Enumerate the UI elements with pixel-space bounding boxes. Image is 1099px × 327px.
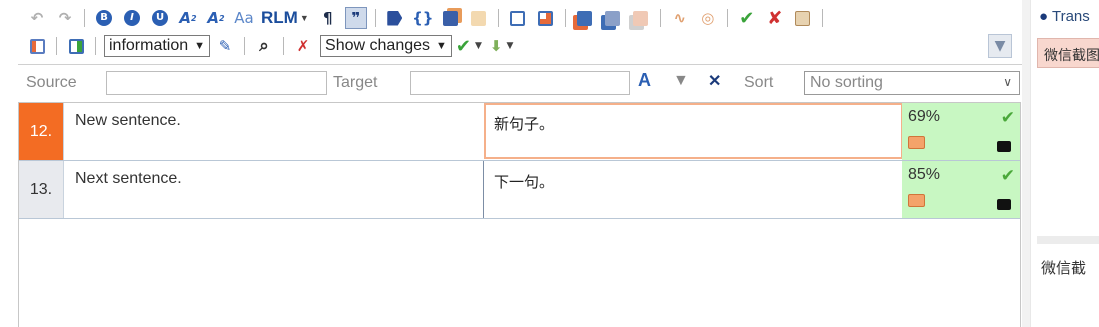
match-percent: 69% xyxy=(908,108,941,125)
sort-select-value: No sorting xyxy=(810,74,883,91)
reject-change-icon[interactable]: ⬇ xyxy=(490,35,503,57)
sort-label: Sort xyxy=(744,74,774,91)
clear-filter-icon[interactable]: ✕ xyxy=(708,71,721,91)
bold-icon[interactable]: B xyxy=(93,7,115,29)
comment-icon[interactable] xyxy=(908,136,925,154)
editor-main: ↶ ↷ B I U A2 A2 Aa RLM ▼ ¶ ❞ {} ∿ ◎ ✔ ✘ … xyxy=(0,0,1022,327)
chevron-down-icon: ▼ xyxy=(194,40,206,52)
superscript-icon[interactable]: A2 xyxy=(177,7,199,29)
split-icon[interactable] xyxy=(602,7,624,29)
status-select[interactable]: information ▼ xyxy=(104,35,211,57)
toolbar-separator xyxy=(726,9,728,27)
toolbar-separator xyxy=(659,9,661,27)
segment-number: 13. xyxy=(19,161,63,218)
status-select-value: information xyxy=(109,37,189,54)
panel-divider xyxy=(1037,236,1099,244)
chevron-down-icon[interactable]: ▼ xyxy=(475,41,482,51)
chevron-down-icon: ▼ xyxy=(436,40,447,52)
edit-icon[interactable] xyxy=(535,7,557,29)
merge-icon[interactable] xyxy=(630,7,652,29)
toolbar-separator xyxy=(84,9,85,27)
target-label: Target xyxy=(333,74,378,91)
source-cell[interactable]: New sentence. xyxy=(63,103,483,160)
link-icon[interactable]: ∿ xyxy=(669,7,691,29)
chevron-down-icon: ∨ xyxy=(1003,75,1012,89)
source-cell[interactable]: Next sentence. xyxy=(63,161,483,218)
toolbar-row-2: information ▼ ✎ ⌕ ✗ Show changes ▼ ✔ ▼ ⬇ ▼ xyxy=(26,33,513,59)
toolbar-separator xyxy=(56,37,57,55)
comment-add-icon[interactable] xyxy=(65,35,87,57)
font-size-icon[interactable]: A xyxy=(638,70,651,91)
target-cell[interactable]: 新句子。 xyxy=(484,103,903,159)
filter-icon[interactable]: ▼ xyxy=(673,72,689,90)
pencil-icon[interactable]: ✎ xyxy=(214,35,236,57)
unlink-icon[interactable]: ◎ xyxy=(697,7,719,29)
toolbar-row-1: ↶ ↷ B I U A2 A2 Aa RLM ▼ ¶ ❞ {} ∿ ◎ ✔ ✘ xyxy=(26,5,831,31)
preview-text: 微信截 xyxy=(1041,259,1087,277)
spellcheck-icon[interactable]: ✗ xyxy=(292,35,314,57)
accept-change-icon[interactable]: ✔ xyxy=(456,35,471,57)
rlm-button[interactable]: RLM ▼ xyxy=(261,8,309,28)
undo-icon[interactable]: ↶ xyxy=(26,7,48,29)
source-label: Source xyxy=(26,74,77,91)
segment-number: 12. xyxy=(19,103,63,160)
match-cell: 85% ✔ xyxy=(902,161,1020,218)
panel-title: ● Trans xyxy=(1039,8,1090,25)
segment-grid: 12. New sentence. 新句子。 69% ✔ 13. Next se… xyxy=(18,102,1021,327)
italic-icon[interactable]: I xyxy=(121,7,143,29)
filter-icon: ▼ xyxy=(994,38,1006,54)
chevron-down-icon[interactable]: ▼ xyxy=(507,41,514,51)
toolbar-separator xyxy=(244,37,246,55)
panel-title-text: Trans xyxy=(1051,8,1090,25)
toolbar-separator xyxy=(374,9,376,27)
confirmed-check-icon: ✔ xyxy=(1000,108,1015,127)
changes-select[interactable]: Show changes ▼ xyxy=(320,35,452,57)
panel-splitter[interactable] xyxy=(1022,0,1030,327)
target-filter-input[interactable] xyxy=(410,71,630,95)
messages-icon[interactable] xyxy=(997,197,1011,215)
toolbar-divider xyxy=(18,64,1022,65)
quote-icon[interactable]: ❞ xyxy=(344,7,367,29)
target-cell[interactable]: 下一句。 xyxy=(483,161,903,218)
case-icon[interactable]: Aa xyxy=(233,7,255,29)
messages-icon[interactable] xyxy=(997,139,1011,157)
toolbar-separator xyxy=(564,9,566,27)
code-tag-icon[interactable]: {} xyxy=(412,7,434,29)
unconfirm-icon[interactable]: ✘ xyxy=(764,7,786,29)
confirmed-check-icon: ✔ xyxy=(1000,166,1015,185)
changes-select-value: Show changes xyxy=(325,37,431,54)
list-icon[interactable] xyxy=(26,35,48,57)
copy-tag-icon[interactable] xyxy=(440,7,462,29)
comment-icon[interactable] xyxy=(908,194,925,212)
pilcrow-icon[interactable]: ¶ xyxy=(317,7,339,29)
toolbar-separator xyxy=(283,37,285,55)
tag-icon[interactable] xyxy=(384,7,406,29)
redo-icon[interactable]: ↷ xyxy=(54,7,76,29)
filter-toggle-button[interactable]: ▼ xyxy=(988,34,1012,58)
table-row[interactable]: 13. Next sentence. 下一句。 85% ✔ xyxy=(19,161,1020,219)
underline-icon[interactable]: U xyxy=(149,7,171,29)
chevron-down-icon: ▼ xyxy=(299,13,309,23)
confirm-icon[interactable]: ✔ xyxy=(736,7,758,29)
source-filter-input[interactable] xyxy=(106,71,327,95)
toolbar-separator xyxy=(821,9,823,27)
match-percent: 85% xyxy=(908,166,941,183)
sort-select[interactable]: No sorting ∨ xyxy=(804,71,1020,95)
toolbar-separator xyxy=(95,37,96,55)
toolbar: ↶ ↷ B I U A2 A2 Aa RLM ▼ ¶ ❞ {} ∿ ◎ ✔ ✘ … xyxy=(18,0,1022,64)
toolbar-separator xyxy=(497,9,499,27)
table-row[interactable]: 12. New sentence. 新句子。 69% ✔ xyxy=(19,103,1020,161)
join-icon[interactable] xyxy=(574,7,596,29)
match-cell: 69% ✔ xyxy=(902,103,1020,160)
search-icon[interactable]: ⌕ xyxy=(253,35,275,57)
rlm-label: RLM xyxy=(261,8,298,27)
clear-tag-icon[interactable] xyxy=(468,7,490,29)
result-chip[interactable]: 微信截图 xyxy=(1037,38,1099,68)
filter-bar: Source Target A ▼ ✕ Sort No sorting ∨ xyxy=(18,66,1022,102)
translation-results-panel: ● Trans 微信截图 微信截 xyxy=(1030,0,1099,327)
lock-icon[interactable] xyxy=(792,7,814,29)
eye-icon: ● xyxy=(1039,8,1049,25)
subscript-icon[interactable]: A2 xyxy=(205,7,227,29)
insert-icon[interactable] xyxy=(507,7,529,29)
